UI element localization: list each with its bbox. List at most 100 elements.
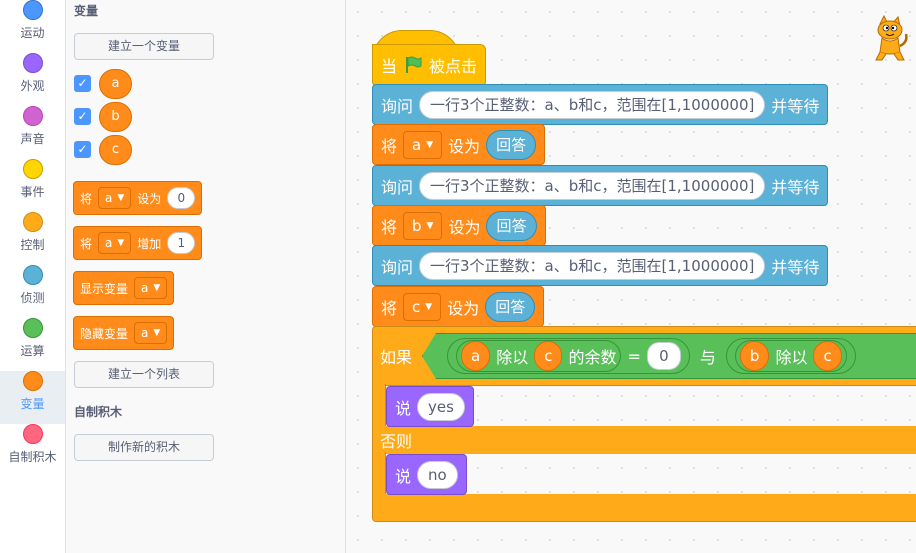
- category-label: 声音: [20, 132, 45, 146]
- dropdown-arrow-icon: ▼: [153, 328, 161, 338]
- checkbox-checked-icon[interactable]: ✓: [74, 108, 91, 125]
- when-flag-clicked-block[interactable]: 当 被点击: [372, 44, 487, 86]
- make-variable-button[interactable]: 建立一个变量: [74, 33, 214, 60]
- dropdown-value: a: [141, 281, 149, 295]
- category-sensing[interactable]: 侦测: [0, 265, 65, 318]
- answer-reporter[interactable]: 回答: [486, 210, 537, 241]
- variable-reporter[interactable]: a: [99, 69, 132, 99]
- ask-and-wait-block[interactable]: 询问 一行3个正整数：a、b和c，范围在[1,1000000] 并等待: [372, 165, 829, 206]
- block-palette: 变量 建立一个变量 ✓ a ✓ b ✓ c 将 a ▼ 设为 0 将 a ▼ 增加 …: [66, 0, 346, 553]
- category-looks[interactable]: 外观: [0, 53, 65, 106]
- number-input[interactable]: 1: [167, 232, 196, 254]
- hide-variable-block[interactable]: 隐藏变量 a ▼: [73, 316, 175, 350]
- number-input[interactable]: 0: [167, 187, 196, 209]
- else-label: 否则: [380, 432, 413, 451]
- text-input[interactable]: 一行3个正整数：a、b和c，范围在[1,1000000]: [419, 251, 766, 280]
- category-variables[interactable]: 变量: [0, 371, 65, 424]
- variable-dropdown[interactable]: a ▼: [403, 130, 443, 159]
- code-workspace[interactable]: 当 被点击 询问 一行3个正整数：a、b和c，范围在[1,1000000] 并等…: [346, 0, 916, 553]
- category-label: 外观: [20, 79, 45, 93]
- variable-dropdown[interactable]: a ▼: [98, 187, 132, 209]
- dropdown-arrow-icon: ▼: [117, 238, 125, 248]
- dropdown-value: c: [412, 297, 421, 316]
- block-label: 询问: [381, 96, 414, 116]
- and-operator-block[interactable]: a 除以 c 的余数 = 0 与 b 除以 c: [422, 333, 916, 379]
- answer-reporter[interactable]: 回答: [485, 291, 536, 322]
- block-label: 并等待: [771, 257, 820, 277]
- category-sound[interactable]: 声音: [0, 106, 65, 159]
- if-else-left-arm: [372, 452, 386, 496]
- dropdown-arrow-icon: ▼: [153, 283, 161, 293]
- say-block[interactable]: 说 yes: [386, 386, 474, 427]
- block-label: 说: [395, 398, 412, 418]
- variable-reporter[interactable]: b: [99, 102, 132, 132]
- set-variable-block[interactable]: 将 a ▼ 设为 0: [73, 181, 203, 215]
- say-block[interactable]: 说 no: [386, 454, 467, 495]
- set-variable-block[interactable]: 将 a ▼ 设为 回答: [372, 124, 546, 165]
- variables-dot-icon: [22, 371, 43, 391]
- equals-sign: =: [627, 346, 641, 366]
- category-label: 事件: [20, 185, 45, 199]
- block-label: 将: [381, 217, 398, 237]
- equals-operator-block[interactable]: b 除以 c: [725, 338, 856, 374]
- text-input[interactable]: yes: [417, 392, 465, 421]
- variable-reporter[interactable]: b: [739, 341, 770, 371]
- equals-operator-block[interactable]: a 除以 c 的余数 = 0: [447, 338, 690, 374]
- block-label: 将: [80, 236, 93, 251]
- dropdown-arrow-icon: ▼: [117, 193, 125, 203]
- sensing-dot-icon: [22, 265, 43, 285]
- mod-operator-block[interactable]: b 除以 c: [734, 340, 847, 372]
- block-label: 的余数: [568, 348, 617, 367]
- category-control[interactable]: 控制: [0, 212, 65, 265]
- block-label: 将: [381, 298, 398, 318]
- checkbox-checked-icon[interactable]: ✓: [74, 141, 91, 158]
- make-list-button[interactable]: 建立一个列表: [74, 361, 214, 388]
- dropdown-value: a: [141, 326, 149, 340]
- variable-dropdown[interactable]: c ▼: [403, 292, 442, 321]
- block-label: 并等待: [771, 177, 820, 197]
- block-label: 设为: [447, 298, 480, 318]
- checkbox-checked-icon[interactable]: ✓: [74, 75, 91, 92]
- category-operators[interactable]: 运算: [0, 318, 65, 371]
- sprite-cat-icon[interactable]: [868, 14, 912, 64]
- block-label: 隐藏变量: [80, 326, 129, 341]
- variable-dropdown[interactable]: b ▼: [403, 211, 443, 240]
- number-input[interactable]: 0: [646, 342, 681, 370]
- set-variable-block[interactable]: 将 c ▼ 设为 回答: [372, 286, 545, 327]
- if-else-left-arm: [372, 384, 386, 432]
- variable-dropdown[interactable]: a ▼: [134, 277, 168, 299]
- block-label: 将: [80, 191, 93, 206]
- variable-reporter[interactable]: c: [534, 341, 563, 371]
- block-label: 设为: [137, 191, 162, 206]
- set-variable-block[interactable]: 将 b ▼ 设为 回答: [372, 205, 546, 246]
- motion-dot-icon: [22, 0, 43, 20]
- variables-section-title: 变量: [74, 4, 99, 18]
- text-input[interactable]: no: [417, 460, 458, 489]
- operators-dot-icon: [22, 318, 43, 338]
- change-variable-block[interactable]: 将 a ▼ 增加 1: [73, 226, 203, 260]
- block-label: 询问: [381, 257, 414, 277]
- ask-and-wait-block[interactable]: 询问 一行3个正整数：a、b和c，范围在[1,1000000] 并等待: [372, 84, 829, 125]
- category-my-blocks[interactable]: 自制积木: [0, 424, 65, 477]
- text-input[interactable]: 一行3个正整数：a、b和c，范围在[1,1000000]: [419, 171, 766, 200]
- variable-dropdown[interactable]: a ▼: [98, 232, 132, 254]
- text-input[interactable]: 一行3个正整数：a、b和c，范围在[1,1000000]: [419, 90, 766, 119]
- category-label: 运动: [20, 26, 45, 40]
- variable-dropdown[interactable]: a ▼: [134, 322, 168, 344]
- variable-reporter[interactable]: c: [99, 135, 132, 165]
- category-motion[interactable]: 运动: [0, 0, 65, 53]
- variable-reporter[interactable]: a: [461, 341, 491, 371]
- block-label: 将: [381, 136, 398, 156]
- block-label: 设为: [448, 217, 481, 237]
- ask-and-wait-block[interactable]: 询问 一行3个正整数：a、b和c，范围在[1,1000000] 并等待: [372, 245, 829, 286]
- make-block-button[interactable]: 制作新的积木: [74, 434, 214, 461]
- events-dot-icon: [22, 159, 43, 179]
- block-label: 设为: [448, 136, 481, 156]
- show-variable-block[interactable]: 显示变量 a ▼: [73, 271, 175, 305]
- sound-dot-icon: [22, 106, 43, 126]
- category-events[interactable]: 事件: [0, 159, 65, 212]
- block-label: 被点击: [429, 57, 478, 76]
- mod-operator-block[interactable]: a 除以 c 的余数: [456, 340, 622, 372]
- variable-reporter[interactable]: c: [813, 341, 842, 371]
- answer-reporter[interactable]: 回答: [486, 129, 537, 160]
